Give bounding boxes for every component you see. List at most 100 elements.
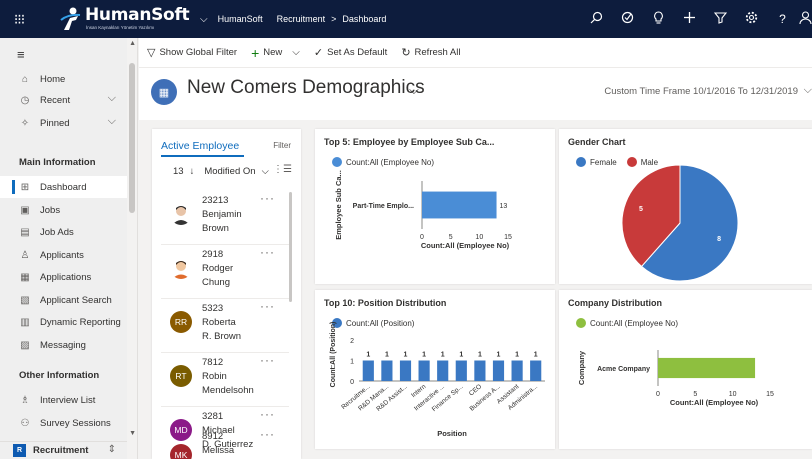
sidebar-item-label: Job Ads (40, 226, 74, 238)
employee-last-name: Brown (202, 223, 229, 234)
x-tick-label: 5 (449, 234, 453, 241)
list-item[interactable]: 2918 Rodger Chung ··· (161, 245, 289, 299)
bar (530, 360, 542, 381)
sidebar-item-interview-list[interactable]: ♗ Interview List (0, 389, 128, 411)
sidebar-item-survey-sessions[interactable]: ⚇ Survey Sessions (0, 412, 128, 434)
breadcrumb-area[interactable]: Recruitment (277, 14, 326, 24)
dashboard-header: ▦ New Comers Demographics ⌵ Custom Time … (139, 68, 812, 120)
nav-pinned[interactable]: ✧ Pinned ⌵ (0, 112, 128, 134)
breadcrumb-separator: > (331, 14, 337, 24)
avatar (170, 203, 192, 225)
employee-id: 7812 (202, 357, 224, 368)
sidebar-item-applicant-search[interactable]: ▧ Applicant Search (0, 289, 128, 311)
more-options-icon[interactable]: ··· (260, 245, 275, 259)
sidebar-item-dashboard[interactable]: ⊞ Dashboard (0, 176, 128, 198)
jobs-icon: ▣ (20, 204, 30, 216)
recent-chevron-down-icon[interactable]: ⌵ (108, 92, 116, 105)
nav-home-label: Home (40, 73, 66, 85)
new-chevron-down-icon[interactable]: ⌵ (292, 47, 300, 58)
command-bar: ▽ Show Global Filter + New ⌵ ✓ Set As De… (139, 38, 812, 68)
home-icon: ⌂ (21, 73, 29, 85)
data-label: 1 (366, 352, 370, 359)
other-information-header: Other Information (19, 370, 100, 381)
settings-gear-icon[interactable] (736, 11, 767, 27)
sidebar-item-dynamic-reporting[interactable]: ▥ Dynamic Reporting (0, 311, 128, 333)
add-icon[interactable] (674, 11, 705, 27)
more-options-icon[interactable]: ··· (260, 191, 275, 205)
humansoft-logo: HumanSoft İnsan Kaynakları Yönetim Yazıl… (56, 4, 196, 34)
show-global-filter-button[interactable]: ▽ Show Global Filter (147, 46, 237, 59)
lightbulb-icon[interactable] (643, 11, 674, 27)
refresh-all-button[interactable]: ↻ Refresh All (401, 46, 460, 59)
list-item[interactable]: RR 5323 Roberta R. Brown ··· (161, 299, 289, 353)
view-options-icon[interactable]: ⋮☰ (273, 164, 292, 175)
app-switcher-chevron-icon[interactable]: ⌵ (200, 14, 208, 25)
employee-id: 8912 (202, 431, 224, 442)
interview-icon: ♗ (20, 394, 30, 406)
sort-chevron-down-icon[interactable]: ⌵ (262, 166, 269, 177)
sidebar-item-label: Dynamic Reporting (40, 316, 121, 328)
more-options-icon[interactable]: ··· (260, 353, 275, 367)
nav-recent[interactable]: ◷ Recent ⌵ (0, 89, 128, 111)
scroll-down-icon[interactable]: ▼ (129, 430, 136, 437)
more-options-icon[interactable]: ··· (260, 407, 275, 421)
sort-control[interactable]: 13 ↓ Modified On ⌵ (173, 166, 275, 177)
task-flow-icon[interactable] (612, 11, 643, 27)
page-title[interactable]: New Comers Demographics (187, 77, 425, 99)
dashboard-selector-chevron-icon[interactable]: ⌵ (409, 82, 419, 98)
sort-field[interactable]: Modified On (204, 166, 255, 177)
active-employee-view-selector[interactable]: Active Employee (161, 140, 239, 152)
avatar (170, 257, 192, 279)
sidebar-item-applicants[interactable]: ♙ Applicants (0, 244, 128, 266)
help-icon[interactable]: ? (767, 12, 798, 26)
applications-icon: ▦ (20, 271, 30, 283)
employee-first-name: Roberta (202, 317, 236, 328)
scroll-up-icon[interactable]: ▲ (129, 40, 136, 47)
sidebar-item-messaging[interactable]: ▨ Messaging (0, 334, 128, 356)
y-tick-label: 2 (350, 338, 354, 345)
list-item[interactable]: MK 8912 Melissa ··· (161, 431, 289, 459)
more-options-icon[interactable]: ··· (260, 299, 275, 313)
filter-icon[interactable] (705, 11, 736, 27)
pinned-chevron-down-icon[interactable]: ⌵ (108, 115, 116, 128)
nav-home[interactable]: ⌂ Home (0, 68, 128, 90)
area-switcher[interactable]: R Recruitment ⇕ (0, 441, 128, 459)
user-profile-icon[interactable] (798, 11, 812, 27)
bar (511, 360, 523, 381)
data-label: 1 (404, 352, 408, 359)
list-item[interactable]: 23213 Benjamin Brown ··· (161, 191, 289, 245)
x-tick-label: 0 (656, 391, 660, 398)
more-options-icon[interactable]: ··· (260, 431, 275, 441)
company-distribution-chart: Company Distribution Count:All (Employee… (559, 290, 812, 449)
sort-arrow-down-icon[interactable]: ↓ (190, 166, 195, 177)
sitemap-scrollbar[interactable]: ▲ ▼ (127, 38, 137, 459)
data-label: 1 (441, 352, 445, 359)
category-label: CEO (468, 383, 483, 397)
app-name[interactable]: HumanSoft (218, 14, 263, 24)
employee-first-name: Rodger (202, 263, 234, 274)
new-button[interactable]: + New ⌵ (251, 45, 300, 61)
show-global-filter-label: Show Global Filter (159, 47, 238, 58)
pin-icon: ✧ (20, 117, 30, 129)
hamburger-menu-icon[interactable]: ≡ (17, 47, 25, 62)
filter-button[interactable]: Filter (273, 141, 291, 150)
refresh-all-label: Refresh All (414, 47, 461, 58)
time-frame-chevron-icon[interactable]: ⌵ (804, 84, 812, 97)
set-as-default-button[interactable]: ✓ Set As Default (314, 46, 387, 59)
scrollbar-thumb[interactable] (129, 63, 135, 213)
category-label: Part-Time Emplo... (353, 203, 414, 210)
gender-chart: Gender Chart Female Male 85 (559, 129, 812, 284)
x-tick-label: 0 (420, 234, 424, 241)
list-scrollbar[interactable] (289, 192, 292, 302)
time-frame-selector[interactable]: Custom Time Frame 10/1/2016 To 12/31/201… (604, 86, 798, 97)
sidebar-item-jobs[interactable]: ▣ Jobs (0, 199, 128, 221)
search-icon[interactable] (581, 11, 612, 27)
app-launcher-icon[interactable]: ⁝⁝⁝ (0, 0, 38, 38)
area-switch-chevron-icon[interactable]: ⇕ (108, 444, 116, 455)
x-axis-title: Count:All (Employee No) (421, 241, 510, 250)
sidebar-item-applications[interactable]: ▦ Applications (0, 266, 128, 288)
sidebar-item-job-ads[interactable]: ▤ Job Ads (0, 221, 128, 243)
y-axis-title: Count:All (Position) (330, 322, 337, 388)
bar (381, 360, 393, 381)
list-item[interactable]: RT 7812 Robin Mendelsohn ··· (161, 353, 289, 407)
